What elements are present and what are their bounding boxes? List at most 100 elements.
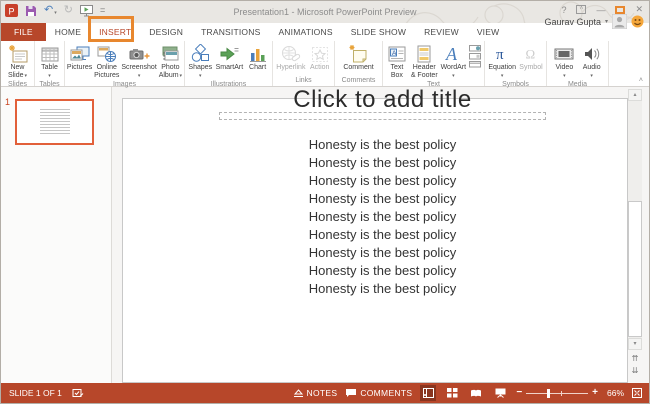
triangle-down-icon: ▾ (633, 341, 636, 347)
slide-number-icon[interactable] (469, 53, 481, 60)
date-time-icon[interactable] (469, 45, 481, 52)
collapse-ribbon-button[interactable]: ˄ (609, 41, 649, 86)
chevron-up-icon: ˄ (639, 77, 643, 84)
ribbon-group-comments: Comment Comments (335, 41, 383, 86)
zoom-in-icon[interactable]: + (592, 388, 598, 398)
smiley-icon[interactable] (631, 15, 644, 28)
thumbnail-slide-number: 1 (5, 97, 10, 107)
photo-album-icon (159, 44, 181, 64)
zoom-slider-tick (561, 391, 562, 396)
tab-design[interactable]: DESIGN (140, 23, 192, 41)
start-slideshow-icon[interactable] (80, 5, 93, 17)
tab-home[interactable]: HOME (46, 23, 90, 41)
hyperlink-icon (280, 44, 302, 64)
comments-toggle[interactable]: COMMENTS (345, 388, 412, 398)
tab-animations[interactable]: ANIMATIONS (269, 23, 341, 41)
equation-button[interactable]: π Equation (488, 43, 516, 80)
ribbon-display-icon[interactable]: ˄ (576, 5, 586, 14)
hyperlink-button[interactable]: Hyperlink (276, 43, 305, 72)
shapes-button[interactable]: Shapes (188, 43, 212, 80)
symbol-button[interactable]: Ω Symbol (519, 43, 542, 72)
header-footer-button[interactable]: Header & Footer (411, 43, 438, 80)
dropdown-arrow-icon (138, 72, 141, 80)
notes-toggle[interactable]: NOTES (293, 388, 338, 398)
normal-view-button[interactable] (420, 385, 436, 401)
table-button[interactable]: Table (39, 43, 61, 80)
object-icon[interactable] (469, 61, 481, 68)
wordart-icon: A (443, 44, 463, 64)
tab-transitions[interactable]: TRANSITIONS (192, 23, 269, 41)
notes-icon (293, 389, 304, 398)
slide-body-line: Honesty is the best policy (219, 244, 546, 262)
zoom-slider[interactable] (526, 389, 588, 398)
status-bar: SLIDE 1 OF 1 NOTES COMMENTS (1, 383, 649, 403)
dropdown-arrow-icon (563, 72, 566, 80)
pictures-button[interactable]: Pictures (67, 43, 92, 72)
tab-insert[interactable]: INSERT (90, 23, 140, 41)
symbol-icon: Ω (522, 44, 540, 64)
zoom-slider-thumb[interactable] (547, 389, 550, 398)
photo-album-button[interactable]: Photo Album (159, 43, 182, 80)
previous-slide-button[interactable]: ⇈ (628, 353, 642, 364)
quick-access-toolbar: P ↶▾ ↻ = (5, 4, 105, 17)
zoom-controls: − + (516, 388, 598, 398)
redo-icon[interactable]: ↻ (64, 5, 73, 16)
new-slide-button[interactable]: New Slide (8, 43, 28, 80)
slide-body-line: Honesty is the best policy (219, 136, 546, 154)
screenshot-button[interactable]: Screenshot (121, 43, 156, 80)
spell-check-icon[interactable] (72, 388, 84, 399)
thumbnail-text-preview (40, 109, 70, 135)
reading-view-button[interactable] (468, 385, 484, 401)
scroll-down-button[interactable]: ▾ (628, 338, 642, 350)
normal-view-icon (423, 388, 434, 398)
account-area[interactable]: Gaurav Gupta ▾ (544, 14, 644, 29)
slideshow-view-button[interactable] (492, 385, 508, 401)
tab-review[interactable]: REVIEW (415, 23, 468, 41)
video-button[interactable]: Video (553, 43, 575, 80)
slide-canvas[interactable]: Click to add title Honesty is the best p… (122, 98, 628, 383)
slide-thumbnail-panel: 1 (1, 87, 112, 383)
text-extra-buttons (469, 43, 481, 68)
fit-to-window-icon[interactable] (632, 388, 642, 398)
zoom-out-icon[interactable]: − (516, 388, 522, 398)
chevron-down-icon: ▾ (54, 10, 57, 16)
double-arrow-down-icon: ⇊ (632, 366, 639, 375)
scrollbar-thumb[interactable] (628, 201, 642, 337)
chart-button[interactable]: Chart (247, 43, 269, 72)
audio-button[interactable]: Audio (582, 43, 602, 80)
ribbon-group-images: Pictures Online Pictures Screenshot Phot… (65, 41, 185, 86)
title-placeholder-box[interactable] (219, 112, 546, 120)
slide-thumbnail[interactable] (15, 99, 94, 145)
customize-qat-icon[interactable]: = (100, 5, 105, 16)
slide-body-lines[interactable]: Honesty is the best policy Honesty is the… (219, 136, 546, 298)
svg-text:P: P (9, 7, 15, 17)
wordart-button[interactable]: A WordArt (441, 43, 467, 80)
reading-view-icon (470, 389, 482, 398)
action-button[interactable]: Action (309, 43, 331, 72)
next-slide-button[interactable]: ⇊ (628, 365, 642, 376)
account-name: Gaurav Gupta (544, 17, 601, 27)
group-label-symbols: Symbols (485, 80, 546, 89)
comments-icon (345, 388, 357, 398)
tab-view[interactable]: VIEW (468, 23, 509, 41)
scroll-up-button[interactable]: ▴ (628, 89, 642, 101)
comment-button[interactable]: Comment (343, 43, 373, 72)
restore-icon[interactable] (615, 6, 625, 14)
title-placeholder-prompt[interactable]: Click to add title (219, 86, 546, 114)
tab-file[interactable]: FILE (1, 23, 46, 41)
text-box-button[interactable]: A Text Box (386, 43, 408, 80)
minimize-icon[interactable]: — (596, 5, 605, 15)
dropdown-arrow-icon (180, 72, 183, 80)
undo-button[interactable]: ↶▾ (44, 5, 57, 16)
smartart-button[interactable]: SmartArt (216, 43, 244, 72)
shapes-icon (189, 44, 211, 64)
slide-sorter-view-button[interactable] (444, 385, 460, 401)
tab-slide-show[interactable]: SLIDE SHOW (342, 23, 415, 41)
help-icon[interactable]: ? (561, 5, 566, 15)
smartart-icon (218, 44, 240, 64)
zoom-slider-track (526, 393, 588, 394)
powerpoint-window: P ↶▾ ↻ = Presentation1 - Microsoft Power… (0, 0, 650, 404)
zoom-level[interactable]: 66% (606, 388, 624, 398)
online-pictures-button[interactable]: Online Pictures (94, 43, 119, 80)
save-icon[interactable] (25, 5, 37, 17)
